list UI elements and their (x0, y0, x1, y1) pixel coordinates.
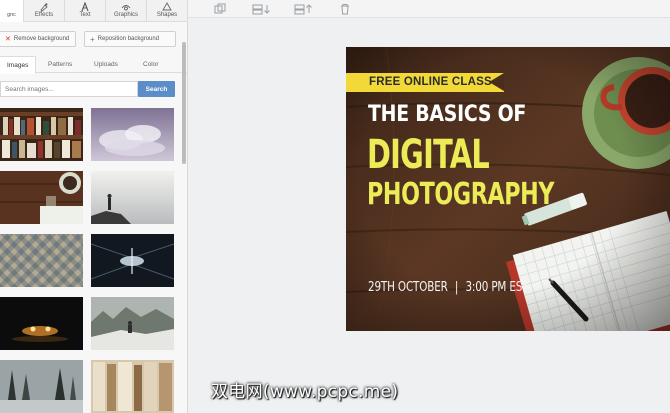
image-thumbnail-tunnel-light[interactable] (91, 234, 174, 287)
image-thumbnail-tiled-wall[interactable] (0, 234, 83, 287)
layer-up-icon[interactable] (294, 2, 314, 15)
image-thumbnail-desk-with-cup[interactable] (0, 171, 83, 224)
tab-uploads-label: Uploads (94, 61, 118, 68)
graphics-icon (121, 2, 131, 12)
tab-patterns-label: Patterns (48, 61, 73, 68)
poster-title-line-2[interactable]: DIGITAL (367, 132, 490, 178)
search-button-label: Search (145, 85, 168, 93)
poster-separator: | (454, 280, 459, 295)
tab-uploads[interactable]: Uploads (94, 56, 118, 73)
tab-text[interactable]: Text (65, 0, 106, 22)
tab-layouts-label: gnc (7, 12, 16, 18)
brush-icon (39, 2, 49, 12)
tab-shapes-label: Shapes (156, 12, 178, 18)
text-icon (80, 2, 90, 12)
remove-background-button[interactable]: ✕ Remove background (0, 31, 76, 47)
tab-images[interactable]: Images (0, 56, 37, 74)
reposition-background-button[interactable]: + Reposition background (84, 31, 176, 47)
reposition-background-label: Reposition background (97, 36, 160, 42)
tab-color-label: Color (143, 61, 159, 68)
shapes-icon (162, 2, 172, 12)
tab-text-label: Text (79, 12, 91, 18)
tab-effects[interactable]: Effects (24, 0, 65, 22)
image-thumbnail-foggy-trees[interactable] (0, 360, 83, 413)
image-thumbnail-person-on-rock[interactable] (91, 171, 174, 224)
poster-time: 3:00 PM EST (465, 280, 529, 295)
tab-patterns[interactable]: Patterns (48, 56, 72, 73)
tab-graphics[interactable]: Graphics (106, 0, 147, 22)
duplicate-icon[interactable] (214, 2, 226, 15)
delete-icon[interactable] (340, 2, 350, 15)
editor-toolbar (188, 0, 670, 18)
poster-banner-text[interactable]: FREE ONLINE CLASS (369, 75, 492, 90)
image-source-tabs: Images Patterns Uploads Color (0, 56, 188, 74)
close-icon: ✕ (5, 36, 11, 43)
tab-effects-label: Effects (34, 12, 54, 18)
tab-color[interactable]: Color (143, 56, 159, 73)
image-thumbnail-night-lights[interactable] (0, 297, 83, 350)
image-thumbnail-person-on-mountain[interactable] (91, 297, 174, 350)
background-panel: gnc Effects Text Graphics Shapes ✕ Remov… (0, 0, 188, 413)
poster-title-line-1[interactable]: THE BASICS OF (368, 100, 526, 130)
poster-date: 29TH OCTOBER (368, 280, 448, 295)
poster-title-line-3[interactable]: PHOTOGRAPHY (367, 176, 554, 214)
search-input[interactable] (0, 81, 138, 97)
panel-tab-bar: gnc Effects Text Graphics Shapes (0, 0, 188, 22)
tab-layouts[interactable]: gnc (0, 0, 24, 22)
tab-shapes[interactable]: Shapes (147, 0, 188, 22)
poster-date-time[interactable]: 29TH OCTOBER | 3:00 PM EST (368, 280, 529, 296)
image-thumbnail-clouds[interactable] (91, 108, 174, 161)
remove-background-label: Remove background (13, 36, 70, 42)
plus-icon: + (90, 34, 95, 44)
search-button[interactable]: Search (138, 81, 175, 97)
image-thumbnail-bookshelf[interactable] (0, 108, 83, 161)
layer-down-icon[interactable] (252, 2, 272, 15)
image-thumbnail-old-books[interactable] (91, 360, 174, 413)
tab-graphics-label: Graphics (113, 12, 138, 18)
site-watermark: 双电网(www.pcpc.me) (211, 382, 399, 402)
tab-images-label: Images (7, 61, 29, 69)
panel-scrollbar[interactable] (182, 42, 186, 164)
background-actions: ✕ Remove background + Reposition backgro… (0, 31, 188, 47)
